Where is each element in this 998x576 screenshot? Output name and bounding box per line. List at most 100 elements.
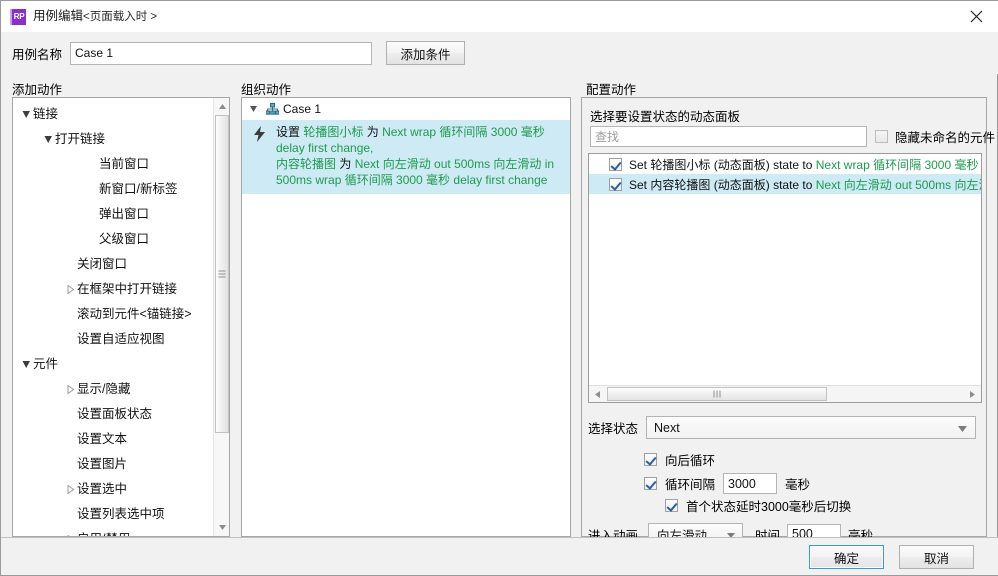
- action-tree-item[interactable]: 启用/禁用: [13, 527, 215, 536]
- action-tree-item[interactable]: 设置选中: [13, 477, 215, 502]
- action-tree-item[interactable]: 设置列表选中项: [13, 502, 215, 527]
- scroll-grip-icon: [218, 269, 226, 280]
- widget-list-scroll-thumb[interactable]: [607, 387, 827, 401]
- cancel-button[interactable]: 取消: [899, 545, 974, 569]
- action-tree-item[interactable]: 设置面板状态: [13, 402, 215, 427]
- select-state-row: 选择状态 Next: [588, 416, 977, 439]
- action-tree-item[interactable]: 打开链接: [13, 127, 215, 152]
- interval-checkbox[interactable]: [644, 477, 657, 490]
- add-condition-button[interactable]: 添加条件: [386, 41, 466, 65]
- ok-button[interactable]: 确定: [809, 545, 884, 569]
- section-title-add-action: 添加动作: [12, 83, 63, 97]
- interval-checkbox-row[interactable]: 循环间隔 毫秒: [644, 473, 810, 494]
- interval-input[interactable]: [723, 473, 778, 494]
- action-tree-item[interactable]: 设置图片: [13, 452, 215, 477]
- tree-scroll-track[interactable]: [214, 115, 229, 519]
- action-tree-item-label: 当前窗口: [99, 157, 150, 172]
- hide-unnamed-checkbox-row[interactable]: 隐藏未命名的元件: [875, 127, 995, 146]
- action-tree: 链接打开链接当前窗口新窗口/新标签弹出窗口 父级窗口 关闭窗口在框架中打开链接滚动到…: [13, 98, 215, 536]
- action-tree-item[interactable]: 设置自适应视图: [13, 327, 215, 352]
- chevron-down-icon[interactable]: [19, 102, 33, 127]
- action-tree-item-label: 新窗口/新标签: [99, 182, 178, 197]
- chevron-down-icon[interactable]: [958, 421, 968, 435]
- action-tree-item[interactable]: 滚动到元件<锚链接>: [13, 302, 215, 327]
- widget-list-row[interactable]: Set 轮播图小标 (动态面板) state to Next wrap 循环间隔…: [589, 154, 981, 174]
- chevron-right-icon[interactable]: [63, 527, 77, 536]
- dialog-footer: 确定 取消: [1, 537, 998, 575]
- action-tree-item[interactable]: 显示/隐藏: [13, 377, 215, 402]
- action-tree-item[interactable]: 在框架中打开链接: [13, 277, 215, 302]
- chevron-right-icon[interactable]: [63, 477, 77, 502]
- action-tree-item-label: 设置自适应视图: [77, 332, 165, 347]
- widget-row-name: 轮播图小标: [650, 157, 711, 172]
- loop-checkbox-row[interactable]: 向后循环: [644, 450, 715, 469]
- select-state-dropdown[interactable]: Next: [646, 416, 977, 439]
- chevron-right-icon[interactable]: [63, 277, 77, 302]
- action-tree-item[interactable]: 元件: [13, 352, 215, 377]
- first-delay-checkbox[interactable]: [665, 499, 678, 512]
- widget-list-horizontal-scrollbar[interactable]: [589, 385, 981, 402]
- scroll-up-arrow-icon[interactable]: [214, 98, 229, 115]
- case-root-node[interactable]: Case 1: [242, 98, 570, 120]
- action-tree-item-label: 设置列表选中项: [77, 507, 165, 522]
- action-tree-item[interactable]: 弹出窗口: [13, 202, 215, 227]
- organize-action-item[interactable]: 设置 轮播图小标 为 Next wrap 循环间隔 3000 毫秒 delay …: [242, 120, 570, 194]
- action-tree-item[interactable]: 链接: [13, 102, 215, 127]
- first-delay-label: 首个状态延时3000毫秒后切换: [686, 500, 852, 514]
- section-title-configure-action: 配置动作: [586, 83, 637, 97]
- case-name-input[interactable]: [70, 41, 373, 65]
- chevron-down-icon[interactable]: [41, 127, 55, 152]
- hide-unnamed-label: 隐藏未命名的元件: [895, 131, 996, 145]
- search-input[interactable]: [590, 126, 867, 147]
- action-tree-item[interactable]: 当前窗口: [13, 152, 215, 177]
- widget-row-type: (动态面板): [713, 157, 770, 172]
- action-tree-item-label: 设置面板状态: [77, 407, 153, 422]
- organize-action-text: 设置 轮播图小标 为 Next wrap 循环间隔 3000 毫秒 delay …: [276, 124, 564, 188]
- rp-logo-icon: RP: [10, 8, 26, 25]
- widget-row-checkbox[interactable]: [609, 157, 622, 171]
- chevron-right-icon[interactable]: [63, 377, 77, 402]
- case-name-row: 用例名称 添加条件: [1, 32, 998, 74]
- tree-vertical-scrollbar[interactable]: [213, 98, 229, 536]
- action-tree-item-label: 设置图片: [77, 457, 128, 472]
- title-bar: RP 用例编辑<页面载入时 >: [1, 1, 998, 32]
- lightning-bolt-icon: [242, 124, 276, 188]
- loop-checkbox[interactable]: [644, 453, 657, 466]
- tree-scroll-thumb[interactable]: [215, 115, 229, 433]
- hide-unnamed-checkbox[interactable]: [875, 130, 888, 143]
- action-tree-item-label: 在框架中打开链接: [77, 282, 178, 297]
- action-tree-item[interactable]: 关闭窗口: [13, 252, 215, 277]
- widget-list[interactable]: Set 轮播图小标 (动态面板) state to Next wrap 循环间隔…: [588, 153, 982, 403]
- action-tree-item[interactable]: 新窗口/新标签: [13, 177, 215, 202]
- action-conn-2: 为: [339, 157, 352, 171]
- scroll-grip-icon: [713, 390, 721, 398]
- action-tree-item[interactable]: 父级窗口: [13, 227, 215, 252]
- scroll-right-arrow-icon[interactable]: [964, 386, 981, 402]
- widget-row-state: Next wrap 循环间隔 3000 毫秒 delay f: [815, 157, 981, 172]
- scroll-down-arrow-icon[interactable]: [214, 519, 229, 536]
- chevron-down-icon[interactable]: [19, 352, 33, 377]
- widget-row-type: (动态面板): [713, 177, 770, 192]
- first-delay-checkbox-row[interactable]: 首个状态延时3000毫秒后切换: [665, 496, 851, 515]
- loop-label: 向后循环: [665, 454, 716, 468]
- interval-unit: 毫秒: [785, 478, 811, 492]
- chevron-down-icon[interactable]: [250, 105, 263, 113]
- widget-list-row[interactable]: Set 内容轮播图 (动态面板) state to Next 向左滑动 out …: [589, 174, 981, 194]
- widget-row-mid: state to: [773, 157, 813, 172]
- action-conn-1: 为: [366, 125, 379, 139]
- sitemap-icon: [263, 103, 281, 115]
- action-target-2: 内容轮播图: [276, 157, 337, 171]
- title-subtitle: <页面载入时 >: [83, 10, 158, 23]
- action-tree-item-label: 显示/隐藏: [77, 382, 131, 397]
- title-main: 用例编辑: [33, 8, 84, 23]
- close-icon[interactable]: [953, 1, 998, 32]
- action-tree-item[interactable]: 设置文本: [13, 427, 215, 452]
- scroll-left-arrow-icon[interactable]: [589, 386, 606, 402]
- widget-row-checkbox[interactable]: [609, 177, 622, 191]
- action-tree-item-label: 打开链接: [55, 132, 106, 147]
